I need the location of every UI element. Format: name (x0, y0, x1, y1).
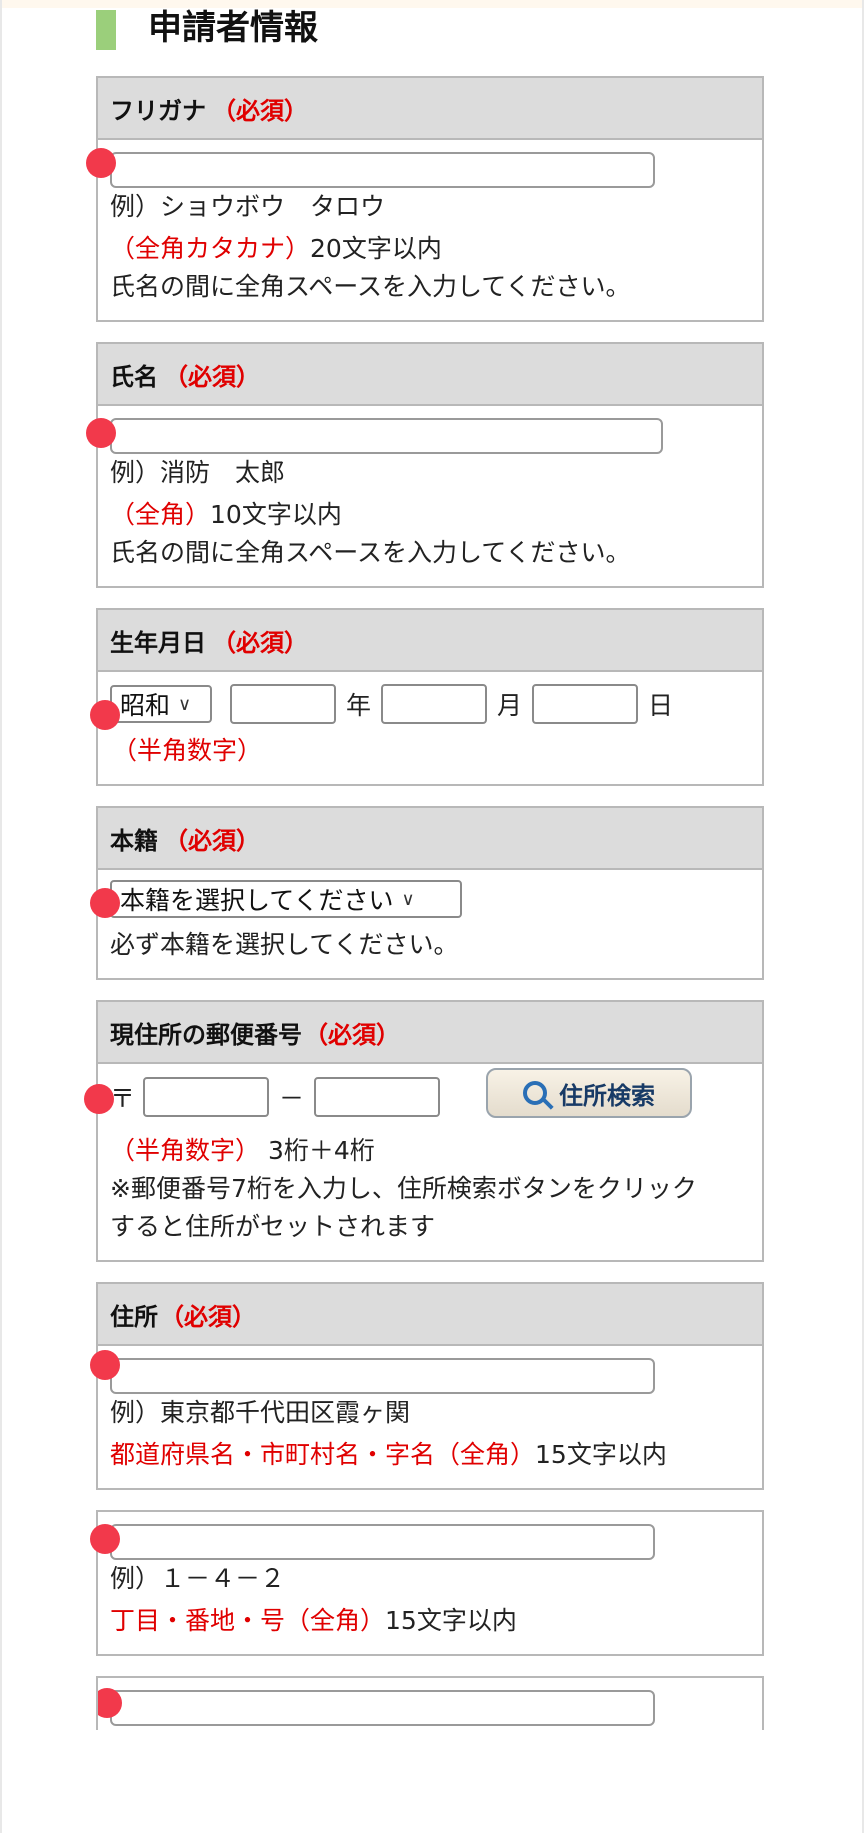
address-3-input[interactable] (110, 1690, 655, 1726)
birthdate-body: 昭和 ∨ 年 月 日 （半角数字） (90, 672, 762, 784)
address-input[interactable] (110, 1358, 655, 1394)
address-2-rule-rest: 15文字以内 (385, 1606, 517, 1635)
postal-row: 〒 － 住所検索 (110, 1068, 750, 1118)
address-label: 住所 (110, 1302, 158, 1331)
name-card: 氏名 （必須） 例）消防 太郎 （全角）10文字以内 氏名の間に全角スペースを入… (86, 342, 764, 588)
name-label: 氏名 (110, 362, 158, 391)
postal-rule: （半角数字） 3桁＋4桁 (110, 1132, 750, 1170)
era-select[interactable]: 昭和 ∨ (110, 685, 212, 723)
birthdate-hint: （半角数字） (112, 736, 263, 765)
postal-header: 現住所の郵便番号 （必須） (98, 1002, 762, 1064)
address-rule-rest: 15文字以内 (535, 1440, 667, 1469)
address-2-rule-red: 丁目・番地・号（全角） (110, 1606, 386, 1635)
year-unit: 年 (346, 691, 372, 720)
postal-note-2: すると住所がセットされます (110, 1212, 436, 1241)
birthdate-label: 生年月日 (110, 628, 206, 657)
postal-card: 現住所の郵便番号 （必須） 〒 － 住所検索 （半角数字） 3桁＋4桁 ※郵便番… (84, 1000, 764, 1262)
name-note: 氏名の間に全角スペースを入力してください。 (110, 538, 631, 567)
required-badge: （必須） (164, 826, 260, 855)
furigana-body: 例）ショウボウ タロウ （全角カタカナ）20文字以内 氏名の間に全角スペースを入… (86, 140, 762, 320)
name-rule: （全角）10文字以内 (110, 496, 750, 534)
furigana-input[interactable] (110, 152, 655, 188)
honseki-note: 必ず本籍を選択してください。 (110, 930, 459, 959)
chevron-down-icon: ∨ (178, 693, 192, 715)
red-dot-marker (86, 148, 116, 178)
furigana-example: 例）ショウボウ タロウ (110, 192, 386, 221)
furigana-note: 氏名の間に全角スペースを入力してください。 (110, 272, 631, 301)
address-2-body: 例）１－４－２ 丁目・番地・号（全角）15文字以内 (90, 1512, 762, 1654)
birthdate-row: 昭和 ∨ 年 月 日 (110, 684, 750, 724)
name-example: 例）消防 太郎 (110, 458, 286, 487)
red-dot-marker (90, 888, 120, 918)
era-selected: 昭和 (120, 691, 171, 720)
required-badge: （必須） (160, 1302, 256, 1331)
red-dot-marker (84, 1084, 114, 1114)
section-title-text: 申請者情報 (148, 8, 318, 48)
red-dot-marker (90, 1350, 120, 1380)
address-rule: 都道府県名・市町村名・字名（全角）15文字以内 (110, 1436, 750, 1474)
address-search-button[interactable]: 住所検索 (486, 1068, 693, 1118)
birthdate-card: 生年月日 （必須） 昭和 ∨ 年 月 日 （半角数字） (90, 608, 764, 786)
red-dot-marker (90, 700, 120, 730)
furigana-card: フリガナ （必須） 例）ショウボウ タロウ （全角カタカナ）20文字以内 氏名の… (86, 76, 764, 322)
furigana-rule-rest: 20文字以内 (310, 234, 442, 263)
red-dot-marker (90, 1524, 120, 1554)
section-title-bar (96, 10, 116, 50)
postal-rule-rest: 3桁＋4桁 (267, 1136, 375, 1165)
address-example: 例）東京都千代田区霞ヶ関 (110, 1398, 411, 1427)
address-3-body (98, 1678, 762, 1730)
furigana-header: フリガナ （必須） (98, 78, 762, 140)
page-border-left (0, 0, 2, 1833)
honseki-label: 本籍 (110, 826, 158, 855)
red-dot-marker (86, 418, 116, 448)
honseki-body: 本籍を選択してください ∨ 必ず本籍を選択してください。 (90, 870, 762, 978)
honseki-select[interactable]: 本籍を選択してください ∨ (110, 880, 462, 918)
birth-day-input[interactable] (532, 684, 639, 724)
address-2-input[interactable] (110, 1524, 655, 1560)
postal-first-input[interactable] (143, 1077, 270, 1117)
birthdate-header: 生年月日 （必須） (98, 610, 762, 672)
furigana-rule: （全角カタカナ）20文字以内 (110, 230, 750, 268)
honseki-header: 本籍 （必須） (98, 808, 762, 870)
required-badge: （必須） (212, 628, 308, 657)
birth-year-input[interactable] (230, 684, 336, 724)
required-badge: （必須） (212, 96, 308, 125)
required-badge: （必須） (304, 1020, 400, 1049)
furigana-label: フリガナ (110, 96, 206, 125)
address-2-card: 例）１－４－２ 丁目・番地・号（全角）15文字以内 (90, 1510, 764, 1656)
name-input[interactable] (110, 418, 663, 454)
address-search-label: 住所検索 (559, 1081, 656, 1110)
address-card: 住所 （必須） 例）東京都千代田区霞ヶ関 都道府県名・市町村名・字名（全角）15… (90, 1282, 764, 1490)
required-badge: （必須） (164, 362, 260, 391)
address-2-rule: 丁目・番地・号（全角）15文字以内 (110, 1602, 750, 1640)
section-title: 申請者情報 (96, 6, 764, 62)
birth-month-input[interactable] (381, 684, 488, 724)
honseki-selected: 本籍を選択してください (120, 886, 394, 915)
day-unit: 日 (648, 691, 674, 720)
name-body: 例）消防 太郎 （全角）10文字以内 氏名の間に全角スペースを入力してください。 (86, 406, 762, 586)
address-3-card (96, 1676, 764, 1730)
month-unit: 月 (497, 691, 523, 720)
magnifier-icon (523, 1081, 548, 1105)
honseki-card: 本籍 （必須） 本籍を選択してください ∨ 必ず本籍を選択してください。 (90, 806, 764, 980)
address-body: 例）東京都千代田区霞ヶ関 都道府県名・市町村名・字名（全角）15文字以内 (90, 1346, 762, 1488)
postal-label: 現住所の郵便番号 (110, 1020, 302, 1049)
postal-second-input[interactable] (314, 1077, 441, 1117)
name-header: 氏名 （必須） (98, 344, 762, 406)
furigana-rule-red: （全角カタカナ） (110, 234, 311, 263)
address-2-example: 例）１－４－２ (110, 1564, 286, 1593)
postal-rule-red: （半角数字） (110, 1136, 261, 1165)
address-header: 住所 （必須） (98, 1284, 762, 1346)
applicant-form: 申請者情報 フリガナ （必須） 例）ショウボウ タロウ （全角カタカナ）20文字… (84, 0, 764, 1750)
address-rule-red: 都道府県名・市町村名・字名（全角） (110, 1440, 536, 1469)
name-rule-red: （全角） (110, 500, 211, 529)
postal-dash: － (279, 1084, 305, 1113)
name-rule-rest: 10文字以内 (210, 500, 342, 529)
postal-body: 〒 － 住所検索 （半角数字） 3桁＋4桁 ※郵便番号7桁を入力し、住所検索ボタ… (84, 1064, 762, 1260)
chevron-down-icon: ∨ (401, 888, 415, 910)
postal-note-1: ※郵便番号7桁を入力し、住所検索ボタンをクリック (110, 1174, 697, 1203)
